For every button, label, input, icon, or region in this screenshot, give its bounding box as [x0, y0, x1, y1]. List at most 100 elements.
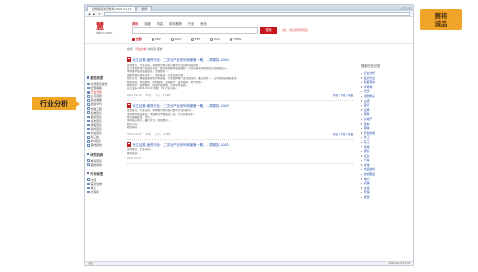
bullet-icon: [361, 90, 363, 93]
checkbox-icon: [87, 90, 90, 94]
format-filter-label: XLS: [214, 37, 220, 41]
result-actions[interactable]: 预览 | 下载 | 收藏: [333, 93, 353, 97]
checkbox-icon: [87, 135, 90, 139]
sidebar-item-label: 其他机构: [90, 162, 102, 167]
radio-icon: [229, 37, 233, 41]
result-list: 长江证券-医药行业：二次元产业系列深度第一期，...周报告-1004 投资要点：行…: [127, 55, 353, 164]
pdf-icon: [127, 141, 131, 147]
bullet-icon: [361, 164, 363, 166]
format-filter[interactable]: PDF: [151, 37, 162, 41]
result-title-text[interactable]: 长江证券-医药行业：二次元产业系列深度第一期，...周报告-1004: [133, 57, 229, 62]
format-filter[interactable]: 全部: [132, 37, 142, 41]
status-bar: 完成 2021-04-10 11:32: [85, 261, 413, 265]
pdf-icon: [127, 57, 131, 62]
sidebar-group-tags: 行业标签 全部 医药生物 电子 计算机: [87, 171, 113, 194]
search-button[interactable]: 搜索: [260, 27, 277, 34]
result-info: 2021-04-10 31页 大小：2.54M: [127, 93, 174, 97]
refresh-icon[interactable]: ↻: [98, 12, 100, 16]
search-tab[interactable]: 资讯: [132, 21, 138, 26]
sidebar-item[interactable]: 其他报告: [87, 143, 113, 147]
breadcrumb: 搜索：行业分析 共找到 报告: [127, 47, 353, 51]
folder-icon: [87, 76, 90, 79]
format-filter[interactable]: PPT: [191, 37, 200, 41]
bullet-icon: [361, 81, 363, 84]
sidebar-item[interactable]: 计算机: [87, 190, 113, 194]
bullet-icon: [361, 136, 363, 139]
address-bar[interactable]: [103, 11, 410, 16]
result-title-text[interactable]: 长江证券-医药行业：二次元产业系列深度第一期，...周报告-1002: [133, 142, 229, 147]
checkbox-icon: [87, 190, 90, 194]
radio-icon: [191, 37, 195, 41]
result-title[interactable]: 长江证券-医药行业：二次元产业系列深度第一期，...周报告-1002: [127, 141, 353, 147]
group3-title-text: 行业标签: [90, 171, 104, 176]
brand-badge: 赛将 诚品: [420, 9, 462, 30]
group3-title: 行业标签: [87, 171, 113, 176]
bullet-icon: [361, 178, 363, 180]
format-filter-label: PDF: [155, 37, 162, 41]
maximize-icon[interactable]: □: [404, 6, 407, 10]
search-input[interactable]: [132, 27, 258, 34]
bullet-icon: [361, 159, 363, 162]
format-filter-label: DOC: [174, 37, 182, 41]
search-tab[interactable]: 资讯: [200, 21, 206, 26]
bullet-icon: [361, 187, 363, 189]
tab-strip: 慧博投研资讯终端 2021 V1.12 慧博: [87, 5, 153, 11]
bullet-icon: [361, 132, 363, 134]
result-actions[interactable]: 预览 | 下载 | 收藏: [333, 132, 353, 136]
logo-subtitle: HIBOR QUERY: [96, 32, 113, 35]
radio-icon: [151, 37, 155, 41]
result-title-text[interactable]: 长江证券-医药行业：二次元产业系列深度第一期，...周报告-1003: [133, 103, 229, 108]
bullet-icon: [361, 104, 363, 107]
site-logo[interactable]: 慧 HIBOR QUERY: [96, 21, 120, 41]
result-snippet-line: 相关标的…: [127, 126, 140, 130]
format-filter-label: 全部: [135, 37, 142, 41]
checkbox-icon: [87, 140, 90, 143]
checkbox-icon: [87, 95, 90, 98]
tab-second[interactable]: 慧博: [136, 6, 153, 11]
format-filter-label: HTML: [233, 37, 242, 41]
search-tab[interactable]: 机构推荐: [169, 21, 182, 26]
result-pages: 31页: [145, 93, 152, 97]
result-item: 长江证券-医药行业：二次元产业系列深度第一期，...周报告-1002 投资要点：行…: [127, 140, 353, 164]
sidebar-item-label: 其他报告: [90, 143, 102, 148]
checkbox-icon: [87, 144, 90, 147]
logo-mark-text: 慧: [96, 21, 104, 31]
checkbox-icon: [87, 182, 90, 186]
result-title[interactable]: 长江证券-医药行业：二次元产业系列深度第一期，...周报告-1004: [127, 57, 353, 62]
checkbox-icon: [87, 119, 90, 123]
result-title[interactable]: 长江证券-医药行业：二次元产业系列深度第一期，...周报告-1003: [127, 102, 353, 108]
bullet-icon: [361, 72, 363, 74]
history-item[interactable]: 旅游: [361, 195, 409, 200]
search-tab[interactable]: 内容: [157, 21, 163, 26]
result-item: 长江证券-医药行业：二次元产业系列深度第一期，...周报告-1004 投资要点：行…: [127, 55, 353, 101]
brand-badge-line2: 诚品: [434, 19, 448, 28]
folder-icon: [87, 152, 90, 156]
sidebar-item[interactable]: 其他机构: [87, 163, 113, 167]
format-filter[interactable]: DOC: [171, 37, 181, 41]
format-filter[interactable]: XLS: [210, 37, 220, 41]
result-meta: 2021-04-10 31页 大小：2.54M 预览 | 下载 | 收藏: [127, 93, 353, 97]
tab-hibor[interactable]: 慧博投研资讯终端 2021 V1.12: [87, 6, 137, 11]
group3-list: 全部 医药生物 电子 计算机: [87, 178, 113, 194]
bullet-icon: [361, 109, 363, 111]
callout-arrow: [76, 101, 80, 107]
history-item-label[interactable]: 旅游: [364, 195, 370, 200]
checkbox-icon: [87, 115, 90, 119]
minimize-icon[interactable]: –: [400, 6, 402, 10]
bullet-icon: [361, 192, 363, 194]
format-filter[interactable]: HTML: [229, 37, 242, 41]
back-icon[interactable]: ◀: [88, 12, 90, 16]
close-icon[interactable]: ×: [408, 6, 411, 10]
forward-icon[interactable]: ▶: [93, 12, 95, 16]
checkbox-icon: [87, 159, 90, 162]
status-left: 完成: [88, 262, 93, 265]
sidebar-item-label: 计算机: [90, 189, 99, 194]
checkbox-icon: [87, 86, 90, 90]
bullet-icon: [361, 173, 363, 176]
group2-list: 券商研究 其他机构: [87, 159, 113, 167]
site-header: 慧 HIBOR QUERY 资讯 标题 内容 机构推荐 行业 资讯 搜索 (如：通过搜索按…: [85, 18, 413, 44]
sidebar-list: 全部研究报告 宏观策略 行业分析 公司调研 投资策略 晨会早刊 金融工程 债券研究 期货研究 基金…: [87, 82, 113, 148]
search-tab[interactable]: 行业: [188, 21, 194, 26]
search-tab[interactable]: 标题: [144, 21, 150, 26]
section-callout: 行业分析: [32, 97, 76, 110]
